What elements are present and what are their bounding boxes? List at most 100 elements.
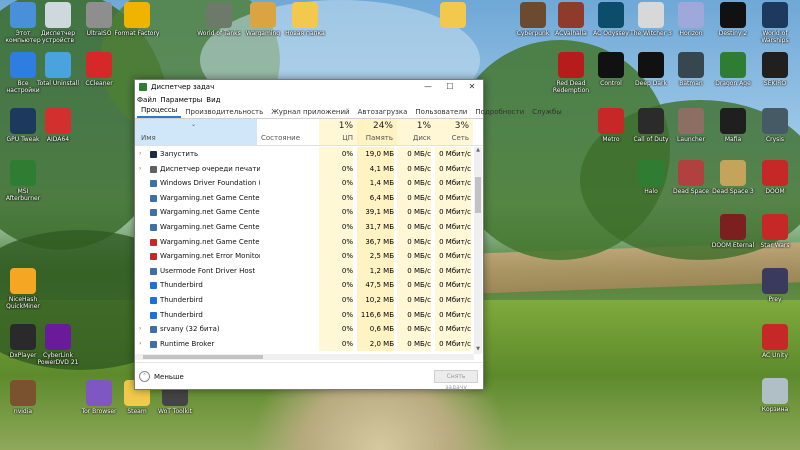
desktop-icon[interactable]: AIDA64 [35, 108, 81, 143]
app-icon [762, 268, 788, 294]
desktop-icon[interactable]: Star Wars [752, 214, 798, 249]
title-bar[interactable]: Диспетчер задач — ☐ ✕ [135, 80, 483, 94]
expand-chevron-icon[interactable] [139, 176, 147, 191]
tab-startup[interactable]: Автозагрузка [354, 108, 412, 118]
desktop-icon[interactable]: SEKIRO [752, 52, 798, 87]
desktop-icon[interactable]: Batman [668, 52, 714, 87]
expand-chevron-icon[interactable]: › [139, 337, 147, 352]
desktop-icon[interactable]: World of Tanks [196, 2, 242, 37]
disk-value: 0 МБ/с [397, 205, 431, 220]
desktop-icon[interactable]: Dead Space 3 [710, 160, 756, 195]
tab-users[interactable]: Пользователи [411, 108, 471, 118]
process-row[interactable]: Wargaming.net Error Monitor (... 0% 2,5 МБ… [135, 249, 473, 264]
desktop-icon[interactable]: Crysis [752, 108, 798, 143]
process-row[interactable]: Thunderbird 0% 116,6 МБ 0 МБ/с 0 Мбит/с [135, 307, 473, 323]
column-disk[interactable]: 1% Диск [397, 119, 435, 145]
chevron-up-icon: ⌃ [139, 371, 150, 382]
process-row[interactable]: Wargaming.net Game Center (3... 0%31,7 МБ… [135, 219, 473, 235]
vertical-scrollbar[interactable]: ▲ ▼ [474, 147, 482, 354]
app-icon [45, 108, 71, 134]
process-icon [150, 238, 157, 246]
expand-chevron-icon[interactable]: › [139, 147, 147, 162]
close-button[interactable]: ✕ [461, 80, 483, 94]
column-status[interactable]: Состояние [257, 119, 319, 145]
desktop-icon-label: Корзина [761, 406, 789, 413]
process-row[interactable]: › Runtime Broker 0% 2,0 МБ 0 МБ/с 0 Мбит/с [135, 336, 473, 352]
minimize-button[interactable]: — [417, 80, 439, 94]
expand-chevron-icon[interactable] [139, 249, 147, 264]
end-task-button[interactable]: Снять задачу [434, 370, 478, 391]
desktop-icon[interactable]: DOOM [752, 160, 798, 195]
expand-chevron-icon[interactable]: › [139, 162, 147, 177]
desktop-icon[interactable]: Wargaming [240, 2, 286, 37]
desktop-icon[interactable]: Dead Space [668, 160, 714, 195]
desktop-icon[interactable]: Total Uninstall [35, 52, 81, 87]
process-row[interactable]: Usermode Font Driver Host 0% 1,2 МБ 0 МБ/с 0… [135, 263, 473, 279]
expand-chevron-icon[interactable] [139, 220, 147, 235]
expand-chevron-icon[interactable] [139, 264, 147, 279]
scrollbar-thumb[interactable] [475, 177, 481, 213]
menu-view[interactable]: Вид [206, 96, 220, 104]
menu-file[interactable]: Файл [137, 96, 156, 104]
expand-chevron-icon[interactable] [139, 205, 147, 220]
expand-chevron-icon[interactable] [139, 278, 147, 293]
tab-app-history[interactable]: Журнал приложений [267, 108, 353, 118]
app-icon [292, 2, 318, 28]
expand-chevron-icon[interactable] [139, 191, 147, 206]
expand-chevron-icon[interactable]: › [139, 322, 147, 337]
scroll-down-icon[interactable]: ▼ [474, 346, 482, 354]
fewer-details-button[interactable]: ⌃ Меньше [139, 371, 184, 382]
desktop-icon[interactable]: Prey [752, 268, 798, 303]
desktop-icon[interactable]: Destiny 2 [710, 2, 756, 37]
tab-processes[interactable]: Процессы [137, 106, 182, 118]
process-row[interactable]: Wargaming.net Game Center (3...0%6,4 МБ0… [135, 190, 473, 206]
tab-services[interactable]: Службы [528, 108, 566, 118]
desktop-icon[interactable]: CCleaner [76, 52, 122, 87]
menu-options[interactable]: Параметры [160, 96, 202, 104]
network-value: 0 Мбит/с [435, 176, 471, 191]
horizontal-scrollbar[interactable] [135, 354, 474, 360]
desktop-icon[interactable]: CyberLink PowerDVD 21 [35, 324, 81, 366]
tab-performance[interactable]: Производительность [181, 108, 267, 118]
desktop-icon[interactable]: Dragon Age [710, 52, 756, 87]
desktop-icon[interactable] [430, 2, 476, 30]
tab-details[interactable]: Подробности [471, 108, 528, 118]
desktop-icon[interactable]: Horizon [668, 2, 714, 37]
desktop-icon[interactable]: DOOM Eternal [710, 214, 756, 249]
scroll-up-icon[interactable]: ▲ [474, 147, 482, 155]
process-row[interactable]: › srvany (32 бита) 0% 0,6 МБ 0 МБ/с 0 Мбит/с [135, 322, 473, 337]
app-icon [762, 160, 788, 186]
process-row[interactable]: › Запустить 0% 19,0 МБ 0 МБ/с 0 Мбит/с [135, 147, 473, 162]
process-row[interactable]: Wargaming.net Game Center (3... 0%36,7 МБ… [135, 234, 473, 250]
expand-chevron-icon[interactable] [139, 293, 147, 308]
column-name[interactable]: ⌄ Имя [135, 119, 257, 145]
desktop-icon[interactable]: Новая папка [282, 2, 328, 37]
desktop-icon[interactable]: AC Unity [752, 324, 798, 359]
process-icon [150, 311, 157, 319]
desktop-icon[interactable]: Корзина [752, 378, 798, 413]
desktop-icon[interactable]: World of Warships [752, 2, 798, 44]
desktop-icon[interactable]: Mafia [710, 108, 756, 143]
process-row[interactable]: Thunderbird 0% 10,2 МБ 0 МБ/с 0 Мбит/с [135, 292, 473, 308]
desktop-icon[interactable]: nvidia [0, 380, 46, 415]
expand-chevron-icon[interactable] [139, 308, 147, 323]
process-row[interactable]: Wargaming.net Game Center (3... 0% 39,1 МБ… [135, 205, 473, 220]
app-icon [762, 324, 788, 350]
maximize-button[interactable]: ☐ [439, 80, 461, 94]
column-cpu[interactable]: 1% ЦП [319, 119, 357, 145]
hscrollbar-thumb[interactable] [143, 355, 263, 359]
desktop-icon-label: CCleaner [85, 80, 113, 87]
desktop-icon[interactable]: MSI Afterburner [0, 160, 46, 202]
desktop-icon[interactable]: NiceHash QuickMiner [0, 268, 46, 310]
column-memory[interactable]: 24% Память [357, 119, 397, 145]
process-name: Runtime Broker [160, 339, 215, 348]
process-row[interactable]: Thunderbird 0% 47,5 МБ 0 МБ/с 0 Мбит/с [135, 278, 473, 293]
desktop-icon-label: Total Uninstall [36, 80, 80, 87]
desktop-icon[interactable]: Launcher [668, 108, 714, 143]
column-network[interactable]: 3% Сеть [435, 119, 473, 145]
expand-chevron-icon[interactable] [139, 235, 147, 250]
desktop-icon[interactable]: Format Factory [114, 2, 160, 37]
desktop-icon[interactable]: Диспетчер устройств [35, 2, 81, 44]
process-row[interactable]: Windows Driver Foundation (W...0%1,4 МБ0… [135, 176, 473, 191]
process-row[interactable]: › Диспетчер очереди печати 0% 4,1 МБ 0 МБ/с 0… [135, 161, 473, 177]
